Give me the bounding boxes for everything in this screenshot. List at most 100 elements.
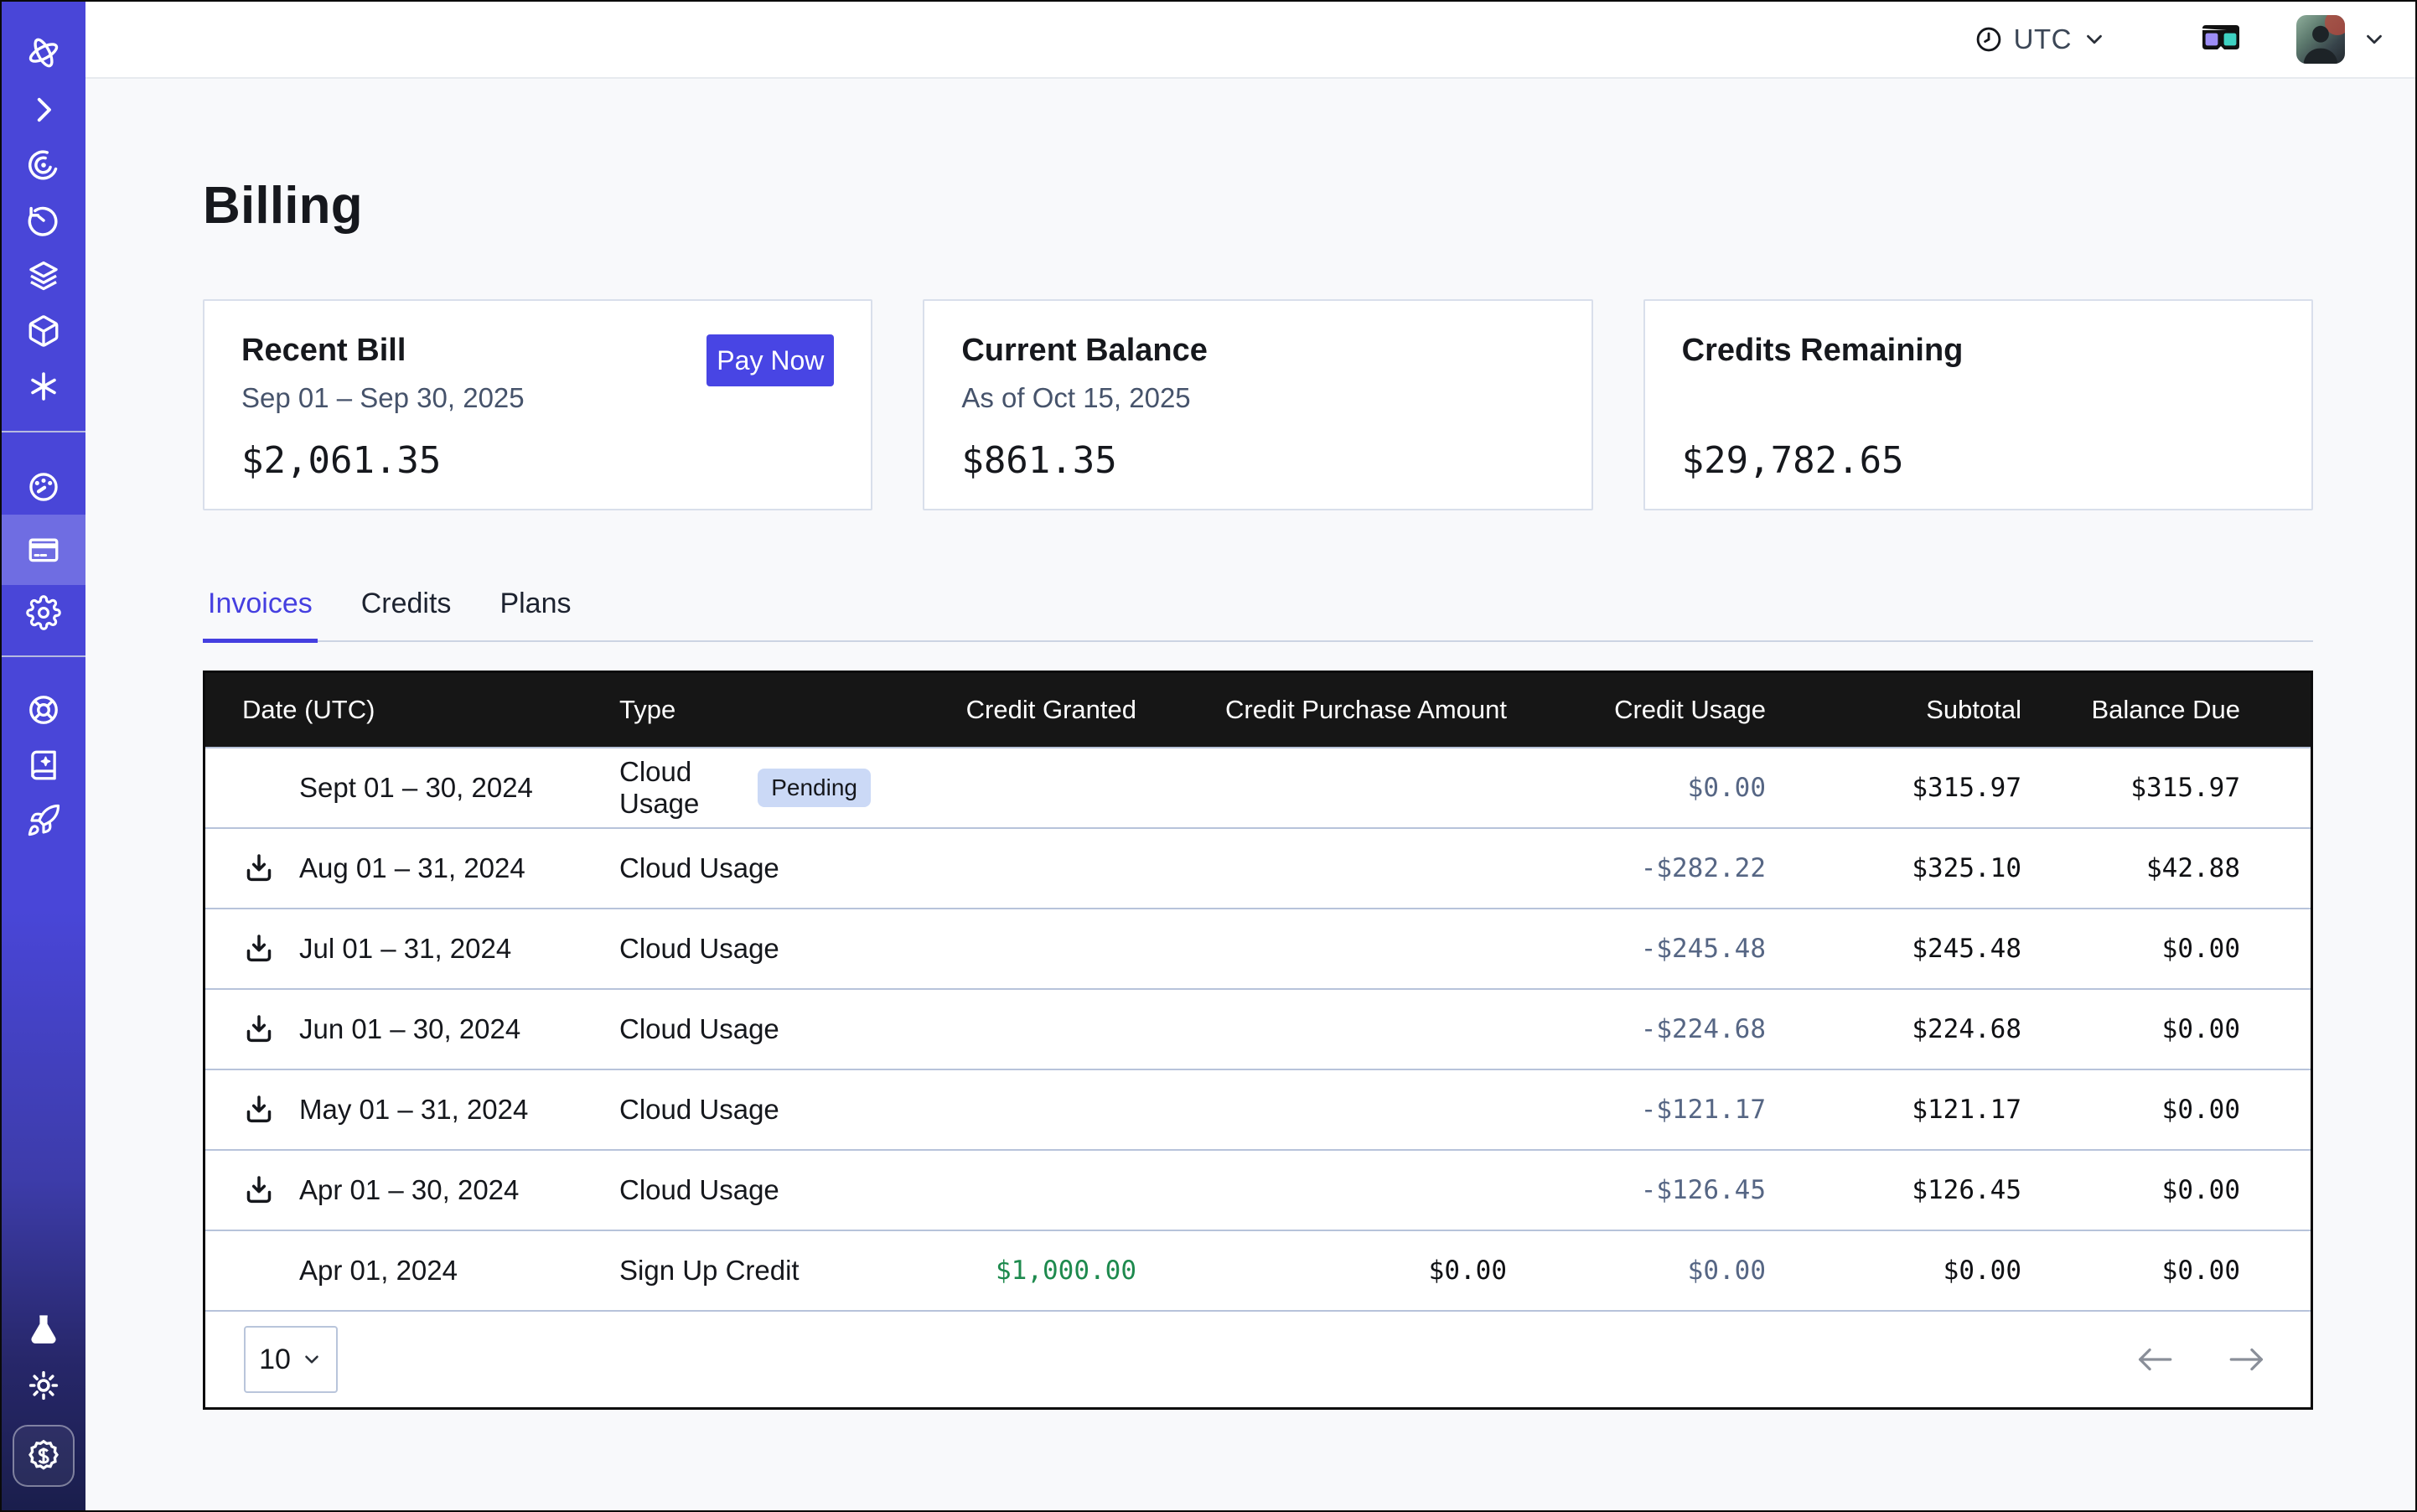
balance-due: $0.00 [2021, 1175, 2240, 1205]
chevron-right-icon[interactable] [2, 82, 85, 137]
download-icon[interactable] [242, 1012, 276, 1046]
column-header-credit-granted: Credit Granted [871, 695, 1136, 725]
dollar-badge-icon [25, 1437, 62, 1474]
pay-now-button[interactable]: Pay Now [706, 334, 834, 386]
download-icon[interactable] [242, 1173, 276, 1207]
card-subtitle: As of Oct 15, 2025 [961, 382, 1554, 416]
tab-credits[interactable]: Credits [356, 588, 457, 640]
column-header-credit-usage: Credit Usage [1507, 695, 1766, 725]
invoices-table: Date (UTC) Type Credit Granted Credit Pu… [203, 671, 2313, 1410]
credit-usage: $0.00 [1507, 1256, 1766, 1286]
invoice-type: Cloud Usage [619, 1094, 779, 1126]
sidebar-divider [2, 655, 85, 657]
invoice-type: Cloud Usage [619, 852, 779, 884]
subtotal: $325.10 [1766, 853, 2021, 883]
clock-icon [1974, 24, 2004, 54]
card-amount: $861.35 [961, 439, 1554, 482]
download-icon[interactable] [242, 852, 276, 885]
book-sparkle-icon[interactable] [2, 738, 85, 793]
download-icon[interactable] [242, 1093, 276, 1126]
summary-cards: Recent Bill Sep 01 – Sep 30, 2025 $2,061… [203, 299, 2313, 510]
card-amount: $29,782.65 [1682, 439, 2275, 482]
column-header-credit-purchase-amount: Credit Purchase Amount [1136, 695, 1507, 725]
invoice-type: Sign Up Credit [619, 1255, 800, 1287]
table-footer: 10 [205, 1310, 2311, 1407]
download-slot [242, 1012, 299, 1046]
billing-card-icon [26, 532, 61, 567]
orbit-logo-icon[interactable] [2, 23, 85, 82]
card-amount: $2,061.35 [241, 439, 834, 482]
download-icon[interactable] [242, 932, 276, 966]
chevron-down-icon [2082, 27, 2107, 52]
asterisk-icon[interactable] [2, 359, 85, 414]
credit-usage: -$224.68 [1507, 1014, 1766, 1044]
cube-icon[interactable] [2, 303, 85, 359]
next-page-arrow-icon[interactable] [2228, 1343, 2267, 1376]
user-avatar[interactable] [2296, 15, 2345, 64]
chevron-down-icon [301, 1349, 323, 1370]
account-menu-chevron-icon[interactable] [2362, 27, 2387, 52]
sidebar [2, 2, 85, 1510]
invoice-date: Aug 01 – 31, 2024 [299, 852, 525, 884]
download-slot [242, 1173, 299, 1207]
current-balance-card: Current Balance As of Oct 15, 2025 $861.… [923, 299, 1592, 510]
table-row: Aug 01 – 31, 2024 Cloud Usage -$282.22 $… [205, 827, 2311, 908]
balance-due: $0.00 [2021, 1256, 2240, 1286]
credit-usage: -$121.17 [1507, 1095, 1766, 1125]
3d-glasses-button[interactable] [2199, 23, 2243, 56]
pagination-controls [2135, 1343, 2267, 1376]
main-column: UTC Billing [85, 2, 2415, 1510]
sun-icon[interactable] [2, 1358, 85, 1413]
download-slot [242, 852, 299, 885]
previous-page-arrow-icon[interactable] [2135, 1343, 2173, 1376]
timer-icon[interactable] [2, 193, 85, 248]
invoice-date: May 01 – 31, 2024 [299, 1094, 528, 1126]
sidebar-item-billing[interactable] [2, 515, 85, 585]
page-size-value: 10 [259, 1344, 291, 1376]
dollar-badge-button[interactable] [13, 1425, 75, 1487]
balance-due: $0.00 [2021, 934, 2240, 964]
gear-icon[interactable] [2, 585, 85, 640]
subtotal: $245.48 [1766, 934, 2021, 964]
credit-usage: -$245.48 [1507, 934, 1766, 964]
3d-glasses-icon [2199, 23, 2243, 56]
page-title: Billing [203, 176, 2313, 236]
balance-due: $42.88 [2021, 853, 2240, 883]
credit-granted: $1,000.00 [871, 1256, 1136, 1286]
timezone-selector[interactable]: UTC [1974, 23, 2107, 55]
flask-icon[interactable] [2, 1302, 85, 1358]
tab-plans[interactable]: Plans [494, 588, 576, 640]
table-row: Apr 01 – 30, 2024 Cloud Usage -$126.45 $… [205, 1149, 2311, 1230]
subtotal: $121.17 [1766, 1095, 2021, 1125]
invoice-type: Cloud Usage [619, 1174, 779, 1206]
billing-page: Billing Recent Bill Sep 01 – Sep 30, 202… [85, 79, 2415, 1510]
billing-tabs: Invoices Credits Plans [203, 588, 2313, 642]
table-row: May 01 – 31, 2024 Cloud Usage -$121.17 $… [205, 1069, 2311, 1149]
page-size-select[interactable]: 10 [244, 1326, 338, 1393]
column-header-subtotal: Subtotal [1766, 695, 2021, 725]
subtotal: $126.45 [1766, 1175, 2021, 1205]
lifebuoy-icon[interactable] [2, 682, 85, 738]
radar-eye-icon[interactable] [2, 137, 85, 193]
card-subtitle: Sep 01 – Sep 30, 2025 [241, 382, 834, 416]
balance-due: $0.00 [2021, 1095, 2240, 1125]
download-slot [242, 932, 299, 966]
table-row: Jun 01 – 30, 2024 Cloud Usage -$224.68 $… [205, 988, 2311, 1069]
gauge-icon[interactable] [2, 459, 85, 515]
timezone-label: UTC [2014, 23, 2072, 55]
download-slot [242, 1093, 299, 1126]
invoice-type: Cloud Usage [619, 1013, 779, 1045]
invoice-type: Cloud Usage [619, 756, 741, 820]
card-subtitle [1682, 382, 2275, 416]
invoice-date: Jun 01 – 30, 2024 [299, 1013, 520, 1045]
sidebar-divider [2, 431, 85, 432]
layers-icon[interactable] [2, 248, 85, 303]
tab-invoices[interactable]: Invoices [203, 588, 318, 640]
subtotal: $224.68 [1766, 1014, 2021, 1044]
balance-due: $0.00 [2021, 1014, 2240, 1044]
rocket-icon[interactable] [2, 793, 85, 848]
recent-bill-card: Recent Bill Sep 01 – Sep 30, 2025 $2,061… [203, 299, 872, 510]
topbar: UTC [85, 2, 2415, 79]
invoice-date: Sept 01 – 30, 2024 [299, 772, 533, 804]
credit-usage: -$126.45 [1507, 1175, 1766, 1205]
